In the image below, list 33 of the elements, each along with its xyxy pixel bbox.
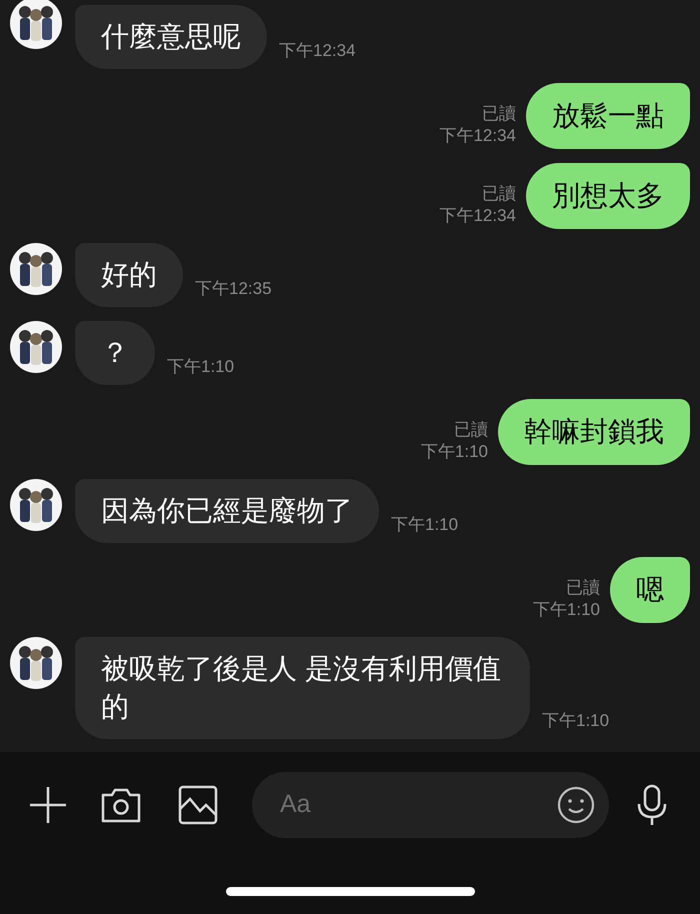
plus-icon[interactable] [28, 785, 68, 825]
message-bubble: ？ [75, 321, 155, 385]
message-bubble: 別想太多 [526, 163, 690, 229]
message-bubble: 幹嘛封鎖我 [498, 399, 690, 465]
message-bubble: 嗯 [610, 557, 690, 623]
read-receipt: 已讀 [454, 419, 488, 441]
microphone-icon[interactable] [635, 784, 669, 826]
read-receipt: 已讀 [566, 577, 600, 599]
timestamp: 下午12:35 [195, 278, 272, 300]
message-bubble: 被吸乾了後是人 是沒有利用價值的 [75, 637, 530, 739]
image-icon[interactable] [178, 785, 218, 825]
timestamp: 下午1:10 [542, 710, 610, 732]
avatar[interactable] [10, 321, 62, 373]
smiley-icon[interactable] [557, 786, 595, 824]
message-bubble: 好的 [75, 243, 183, 307]
timestamp: 下午12:34 [439, 205, 516, 227]
timestamp: 下午12:34 [439, 125, 516, 147]
avatar[interactable] [10, 637, 62, 689]
timestamp: 下午1:10 [532, 599, 600, 621]
read-receipt: 已讀 [482, 103, 516, 125]
message-bubble: 什麼意思呢 [75, 5, 267, 69]
message-bubble: 放鬆一點 [526, 83, 690, 149]
timestamp: 下午1:10 [167, 356, 234, 378]
timestamp: 下午1:10 [391, 514, 458, 536]
message-input[interactable]: Aa [280, 786, 557, 824]
timestamp: 下午1:10 [420, 441, 488, 463]
avatar[interactable] [10, 0, 62, 49]
avatar[interactable] [10, 243, 62, 295]
message-bubble: 因為你已經是廢物了 [75, 479, 379, 543]
read-receipt: 已讀 [482, 183, 516, 205]
avatar[interactable] [10, 479, 62, 531]
timestamp: 下午12:34 [279, 40, 356, 62]
message-field[interactable]: Aa [252, 772, 609, 838]
